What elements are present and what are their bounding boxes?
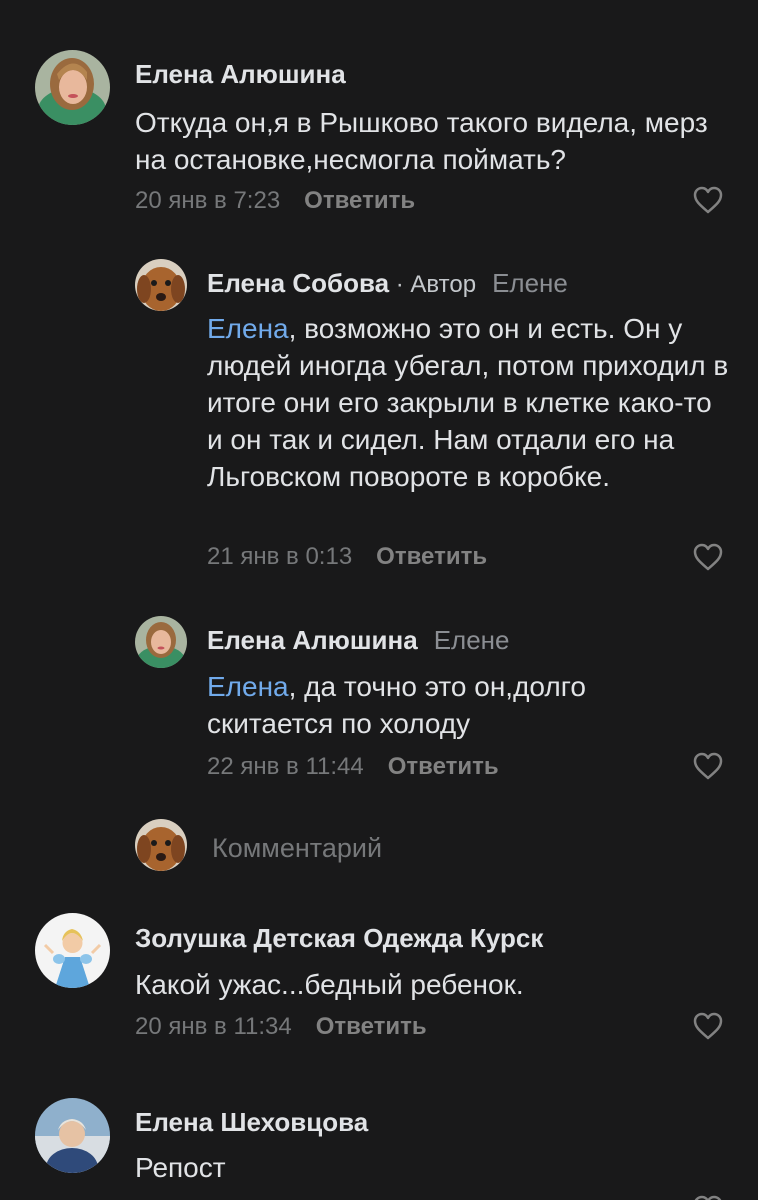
comment-text: Репост [135,1152,226,1183]
author-badge: · Автор [389,271,477,298]
comment-meta: 22 янв в 11:44 Ответить [207,752,499,782]
mention-link[interactable]: Елена [207,671,289,702]
comment-input[interactable]: Комментарий [212,831,382,865]
reply-elena-alyushina: Елена Алюшина Елене Елена, да точно это о… [0,590,758,810]
comment-text: Елена, да точно это он,долго скитается п… [207,668,707,742]
comment-meta: 21 янв в 0:13 Ответить [207,542,487,572]
comment-elena-shekhovtsova: Елена Шеховцова Репост [0,1090,758,1200]
avatar[interactable] [135,616,187,668]
reply-to-label[interactable]: Елене [492,268,568,298]
comment-timestamp: 20 янв в 7:23 [135,187,281,214]
author-name[interactable]: Елена Шеховцова [135,1107,368,1137]
reply-to-label[interactable]: Елене [434,625,510,655]
reply-composer[interactable]: Комментарий [0,810,758,900]
comment-timestamp: 20 янв в 11:34 [135,1013,292,1040]
comment-timestamp: 21 янв в 0:13 [207,543,353,570]
reply-button[interactable]: Ответить [316,1013,427,1040]
author-row: Елена Шеховцова [135,1106,368,1138]
comment-text: Какой ужас...бедный ребенок. [135,969,524,1000]
author-name[interactable]: Елена Алюшина [135,59,346,89]
avatar [135,819,187,871]
author-row: Елена Собова · Автор Елене [207,267,568,301]
avatar[interactable] [135,259,187,311]
heart-outline-icon[interactable] [692,185,724,215]
author-name[interactable]: Золушка Детская Одежда Курск [135,923,543,953]
heart-outline-icon[interactable] [692,1194,724,1200]
comment-meta: 20 янв в 7:23 Ответить [135,186,415,216]
reply-button[interactable]: Ответить [388,753,499,780]
author-row: Золушка Детская Одежда Курск [135,922,543,954]
comment-text: Откуда он,я в Рышково такого видела, мер… [135,107,708,175]
comment-zolushka: Золушка Детская Одежда Курск Какой ужас.… [0,900,758,1090]
reply-button[interactable]: Ответить [304,187,415,214]
comment-text: Елена, возможно это он и есть. Он у люде… [207,310,732,495]
author-name[interactable]: Елена Собова [207,268,389,298]
comment-elena-alyushina: Елена Алюшина Откуда он,я в Рышково тако… [0,0,758,240]
author-name[interactable]: Елена Алюшина [207,625,418,655]
heart-outline-icon[interactable] [692,1011,724,1041]
comment-meta: 20 янв в 11:34 Ответить [135,1012,427,1042]
avatar[interactable] [35,50,110,125]
heart-outline-icon[interactable] [692,542,724,572]
mention-link[interactable]: Елена [207,313,289,344]
author-row: Елена Алюшина [135,58,346,90]
heart-outline-icon[interactable] [692,751,724,781]
author-row: Елена Алюшина Елене [207,624,509,656]
comment-timestamp: 22 янв в 11:44 [207,753,364,780]
reply-button[interactable]: Ответить [376,543,487,570]
reply-elena-sobova: Елена Собова · Автор Елене Елена, возможн… [0,240,758,590]
avatar[interactable] [35,913,110,988]
avatar[interactable] [35,1098,110,1173]
